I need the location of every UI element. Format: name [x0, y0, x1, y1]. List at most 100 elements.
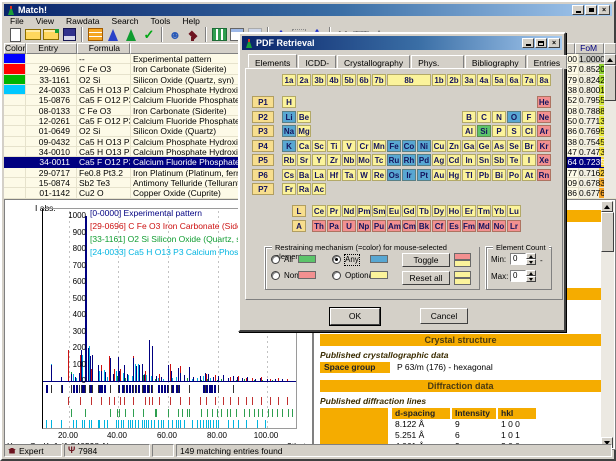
element-Np[interactable]: Np — [357, 220, 371, 232]
element-Tm[interactable]: Tm — [477, 205, 491, 217]
element-Lr[interactable]: Lr — [507, 220, 521, 232]
ok-button[interactable]: OK — [329, 307, 381, 326]
element-Mn[interactable]: Mn — [372, 140, 386, 152]
element-Si[interactable]: Si — [477, 125, 491, 137]
element-Ag[interactable]: Ag — [432, 154, 446, 166]
tab-elements[interactable]: Elements — [248, 54, 298, 68]
toggle-button[interactable]: Toggle — [402, 253, 450, 267]
element-B[interactable]: B — [462, 111, 476, 123]
element-Ga[interactable]: Ga — [462, 140, 476, 152]
element-Ho[interactable]: Ho — [447, 205, 461, 217]
element-Fr[interactable]: Fr — [282, 183, 296, 195]
element-Na[interactable]: Na — [282, 125, 296, 137]
element-At[interactable]: At — [522, 169, 536, 181]
element-Hf[interactable]: Hf — [327, 169, 341, 181]
element-Tl[interactable]: Tl — [462, 169, 476, 181]
dialog-minimize-button[interactable] — [522, 38, 534, 48]
element-I[interactable]: I — [522, 154, 536, 166]
pattern-green-icon[interactable] — [122, 27, 140, 43]
element-Se[interactable]: Se — [507, 140, 521, 152]
element-Md[interactable]: Md — [477, 220, 491, 232]
element-Sn[interactable]: Sn — [477, 154, 491, 166]
menu-item-view[interactable]: View — [30, 16, 60, 26]
user-icon[interactable] — [166, 27, 184, 43]
tab-bibliography[interactable]: Bibliography — [464, 55, 526, 69]
element-Ce[interactable]: Ce — [312, 205, 326, 217]
element-Te[interactable]: Te — [507, 154, 521, 166]
element-Ra[interactable]: Ra — [297, 183, 311, 195]
max-spinner[interactable] — [526, 270, 536, 282]
element-Os[interactable]: Os — [387, 169, 401, 181]
element-Eu[interactable]: Eu — [387, 205, 401, 217]
element-Rn[interactable]: Rn — [537, 169, 551, 181]
restore-button[interactable] — [585, 5, 597, 15]
menu-item-search[interactable]: Search — [106, 16, 145, 26]
element-Bk[interactable]: Bk — [417, 220, 431, 232]
min-spinner[interactable] — [526, 253, 536, 265]
element-Ru[interactable]: Ru — [387, 154, 401, 166]
element-Pu[interactable]: Pu — [372, 220, 386, 232]
menu-item-rawdata[interactable]: Rawdata — [60, 16, 106, 26]
answer-table-icon[interactable] — [86, 27, 104, 43]
import-folder-icon[interactable] — [42, 27, 60, 43]
save-icon[interactable] — [60, 27, 78, 43]
menu-item-file[interactable]: File — [4, 16, 30, 26]
candidate-list-icon[interactable] — [210, 27, 228, 43]
element-Sb[interactable]: Sb — [492, 154, 506, 166]
tab-icdd-pdf[interactable]: ICDD-PDF — [298, 55, 337, 80]
element-Po[interactable]: Po — [507, 169, 521, 181]
minimize-button[interactable] — [572, 5, 584, 15]
datasheet-scroll-up-icon[interactable] — [601, 201, 613, 212]
radio-all-label[interactable]: All — [284, 255, 293, 265]
element-Fe[interactable]: Fe — [387, 140, 401, 152]
reset-all-button[interactable]: Reset all — [402, 271, 450, 285]
element-Nb[interactable]: Nb — [342, 154, 356, 166]
element-Kr[interactable]: Kr — [537, 140, 551, 152]
element-Re[interactable]: Re — [372, 169, 386, 181]
element-Co[interactable]: Co — [402, 140, 416, 152]
element-Ne[interactable]: Ne — [537, 111, 551, 123]
element-Sm[interactable]: Sm — [372, 205, 386, 217]
element-S[interactable]: S — [507, 125, 521, 137]
element-U[interactable]: U — [342, 220, 356, 232]
accept-check-icon[interactable] — [140, 27, 158, 43]
element-Xe[interactable]: Xe — [537, 154, 551, 166]
entries-scrollbar[interactable] — [604, 54, 616, 198]
element-Ta[interactable]: Ta — [342, 169, 356, 181]
element-In[interactable]: In — [462, 154, 476, 166]
element-Zr[interactable]: Zr — [327, 154, 341, 166]
element-Y[interactable]: Y — [312, 154, 326, 166]
column-header-color[interactable]: Color — [4, 43, 26, 54]
element-Sr[interactable]: Sr — [297, 154, 311, 166]
element-Cf[interactable]: Cf — [432, 220, 446, 232]
element-Al[interactable]: Al — [462, 125, 476, 137]
column-header-fom[interactable]: FoM — [575, 43, 605, 54]
element-P[interactable]: P — [492, 125, 506, 137]
element-As[interactable]: As — [492, 140, 506, 152]
element-Cm[interactable]: Cm — [402, 220, 416, 232]
element-Pa[interactable]: Pa — [327, 220, 341, 232]
element-Fm[interactable]: Fm — [462, 220, 476, 232]
element-Cl[interactable]: Cl — [522, 125, 536, 137]
tab-entries[interactable]: Entries — [526, 55, 568, 69]
element-Bi[interactable]: Bi — [492, 169, 506, 181]
element-Ac[interactable]: Ac — [312, 183, 326, 195]
element-Lu[interactable]: Lu — [507, 205, 521, 217]
entries-scroll-thumb[interactable] — [604, 65, 616, 101]
element-Zn[interactable]: Zn — [447, 140, 461, 152]
element-Mg[interactable]: Mg — [297, 125, 311, 137]
element-Ar[interactable]: Ar — [537, 125, 551, 137]
element-Cd[interactable]: Cd — [447, 154, 461, 166]
min-field[interactable]: 0 — [510, 253, 526, 265]
max-field[interactable]: 0 — [510, 270, 526, 282]
element-Tc[interactable]: Tc — [372, 154, 386, 166]
element-Pm[interactable]: Pm — [357, 205, 371, 217]
element-Tb[interactable]: Tb — [417, 205, 431, 217]
element-Cs[interactable]: Cs — [282, 169, 296, 181]
dialog-maximize-button[interactable] — [535, 38, 547, 48]
close-button[interactable]: × — [598, 5, 610, 15]
element-La[interactable]: La — [312, 169, 326, 181]
radio-none[interactable] — [271, 271, 280, 280]
element-Ca[interactable]: Ca — [297, 140, 311, 152]
element-Yb[interactable]: Yb — [492, 205, 506, 217]
